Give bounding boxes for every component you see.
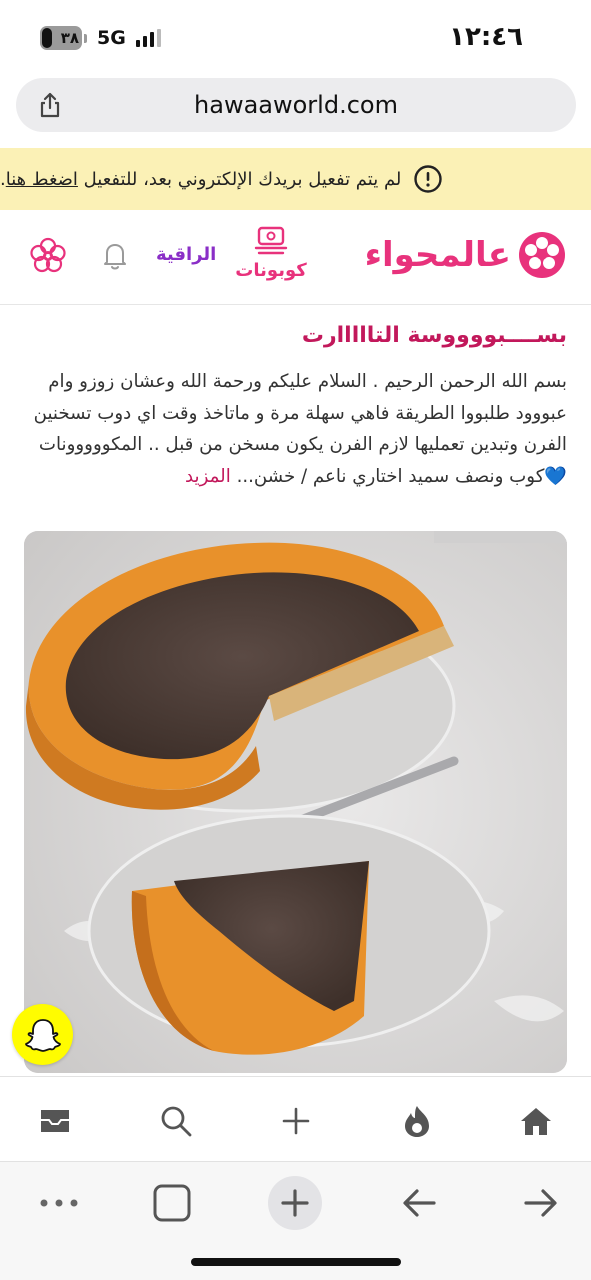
status-indicators: ٣٨ 5G — [40, 26, 161, 50]
article-photo[interactable] — [24, 531, 567, 1073]
battery-icon: ٣٨ — [40, 26, 82, 50]
logo-text: عالمحواء — [364, 235, 511, 275]
coupons-label: كوبونات — [235, 260, 307, 281]
notice-text: لم يتم تفعيل بريدك الإلكتروني بعد، للتفع… — [0, 168, 402, 190]
snapchat-ghost-icon — [24, 1018, 61, 1052]
bell-icon[interactable] — [98, 238, 132, 272]
read-more-link[interactable]: المزيد — [185, 466, 231, 487]
raqia-link[interactable]: الراقية — [156, 244, 216, 265]
article-title[interactable]: بســــبووووسة التااااارت — [24, 316, 567, 356]
coupons-link[interactable]: كوبونات — [232, 226, 310, 281]
clock: ١٢:٤٦ — [449, 22, 523, 52]
back-icon[interactable] — [392, 1176, 446, 1230]
url-text[interactable]: hawaaworld.com — [194, 91, 398, 119]
alert-icon — [414, 165, 443, 193]
site-logo[interactable]: عالمحواء — [365, 230, 567, 280]
tabs-icon[interactable] — [145, 1176, 199, 1230]
battery-level: ٣٨ — [60, 29, 79, 47]
flower-logo-icon — [519, 232, 565, 278]
email-verification-notice: لم يتم تفعيل بريدك الإلكتروني بعد، للتفع… — [0, 148, 591, 210]
coupon-icon — [254, 226, 288, 255]
status-bar: ٣٨ 5G ١٢:٤٦ — [0, 0, 591, 72]
forward-icon[interactable] — [514, 1176, 568, 1230]
home-indicator — [191, 1258, 401, 1266]
fire-icon[interactable] — [397, 1101, 437, 1141]
signal-icon — [135, 29, 161, 47]
more-icon[interactable] — [32, 1176, 86, 1230]
site-header: عالمحواء كوبونات الراقية — [0, 210, 591, 305]
url-bar[interactable]: hawaaworld.com — [16, 78, 576, 132]
flower-menu-icon[interactable] — [28, 236, 68, 276]
snapchat-share-button[interactable] — [12, 1004, 73, 1065]
plus-icon[interactable] — [276, 1101, 316, 1141]
cake-photo-illustration — [24, 531, 567, 1073]
share-icon[interactable] — [36, 91, 64, 119]
new-tab-icon[interactable] — [268, 1176, 322, 1230]
home-icon[interactable] — [516, 1101, 556, 1141]
activate-link[interactable]: اضغط هنا — [6, 169, 78, 190]
article-excerpt: بسم الله الرحمن الرحيم . السلام عليكم ور… — [33, 371, 567, 487]
inbox-icon[interactable] — [35, 1101, 75, 1141]
app-tab-bar — [0, 1076, 591, 1162]
network-type: 5G — [97, 27, 126, 49]
search-icon[interactable] — [156, 1101, 196, 1141]
article-card: بســــبووووسة التااااارت بسم الله الرحمن… — [24, 316, 567, 492]
